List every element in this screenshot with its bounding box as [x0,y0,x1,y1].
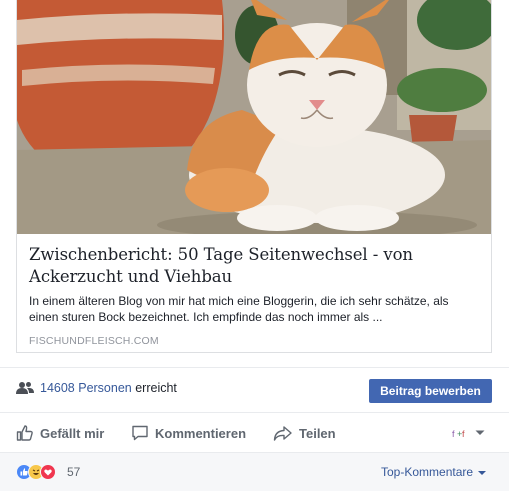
comment-sort-dropdown[interactable]: Top-Kommentare [381,465,487,479]
reach-row: 14608 Personen erreicht Beitrag bewerben [0,367,509,412]
reach-suffix: erreicht [131,381,177,395]
boost-post-button[interactable]: Beitrag bewerben [369,379,492,403]
people-icon [16,381,34,395]
card-description-line: einen sturen Bock bezeichnet. Ich empfin… [29,310,383,324]
card-domain: FISCHUNDFLEISCH.COM [29,335,159,347]
reaction-icons[interactable] [16,464,66,482]
facebook-post: Zwischenbericht: 50 Tage Seitenwechsel -… [0,0,509,491]
card-title[interactable]: Zwischenbericht: 50 Tage Seitenwechsel -… [29,244,479,288]
share-label: Teilen [299,425,336,441]
card-description: In einem älteren Blog von mir hat mich e… [29,293,484,325]
love-reaction-icon [40,464,56,480]
cat-photo[interactable] [17,0,491,234]
svg-text:f: f [452,429,455,439]
action-bar: Gefällt mir Kommentieren Teilen f + f [0,412,509,452]
like-button[interactable]: Gefällt mir [16,413,104,453]
audience-picker[interactable]: f + f [452,426,486,440]
card-title-line[interactable]: Zwischenbericht: 50 Tage Seitenwechsel -… [29,244,479,266]
share-button[interactable]: Teilen [273,413,336,453]
reactions-footer: 57 Top-Kommentare [0,452,509,491]
like-label: Gefällt mir [40,425,105,441]
reach-count-link[interactable]: 14608 Personen [40,381,132,395]
link-preview-card[interactable]: Zwischenbericht: 50 Tage Seitenwechsel -… [16,0,492,353]
comment-sort-label: Top-Kommentare [381,465,474,479]
thumbs-up-icon [16,425,33,441]
card-title-line[interactable]: Ackerzucht und Viehbau [29,266,479,288]
page-avatar-icon: f + f [452,429,465,439]
caret-down-icon [478,470,487,475]
share-icon [273,426,292,441]
comment-icon [132,425,148,441]
reaction-count[interactable]: 57 [67,465,80,479]
svg-text:f: f [462,429,465,439]
comment-label: Kommentieren [155,425,247,441]
reach-text: 14608 Personen erreicht [40,381,177,395]
comment-button[interactable]: Kommentieren [131,413,246,453]
chevron-down-icon [475,430,485,435]
card-description-line: In einem älteren Blog von mir hat mich e… [29,294,449,308]
